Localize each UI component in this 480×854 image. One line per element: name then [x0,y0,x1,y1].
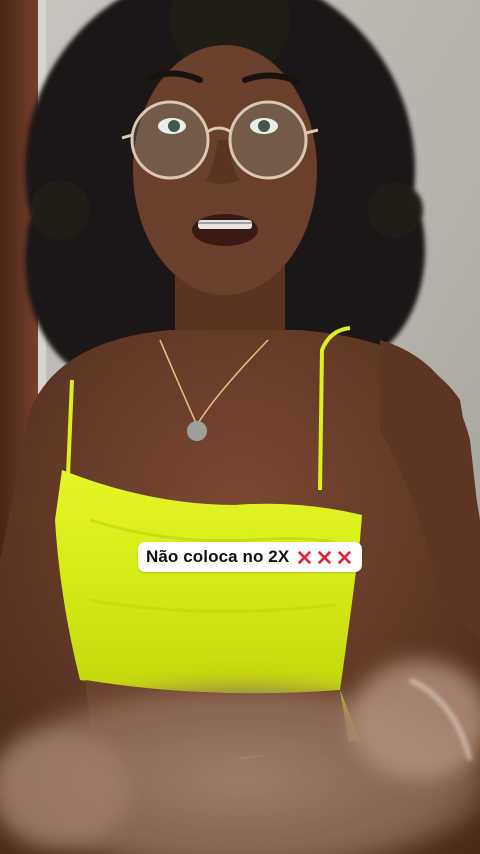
caption-text: Não coloca no 2X [146,547,290,566]
video-caption: Não coloca no 2X [138,542,363,572]
cross-mark-icon [318,550,332,564]
scene-photo [0,0,480,854]
cross-mark-icon [338,550,352,564]
caption-icons [295,548,354,567]
cross-mark-icon [298,550,312,564]
video-frame: Não coloca no 2X [0,0,480,854]
